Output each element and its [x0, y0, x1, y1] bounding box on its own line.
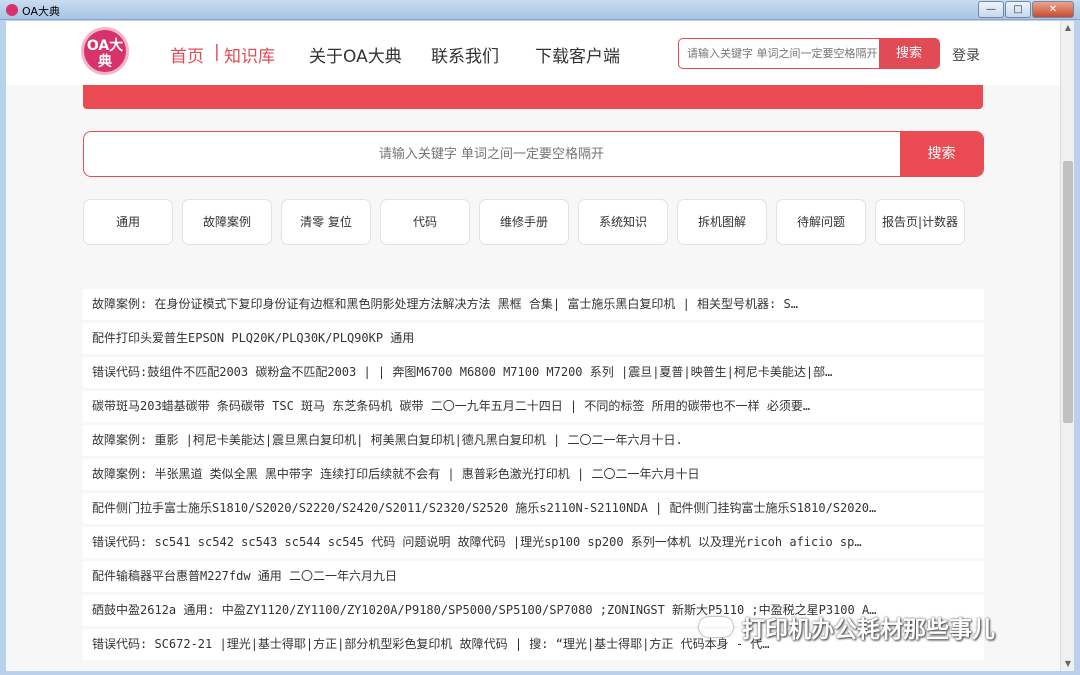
- category-system-knowledge[interactable]: 系统知识: [578, 199, 668, 245]
- scroll-down-icon[interactable]: ▼: [1061, 657, 1074, 671]
- window-titlebar: OA大典 — □ ✕: [0, 0, 1080, 20]
- category-disassembly[interactable]: 拆机图解: [677, 199, 767, 245]
- top-navigation: OA大典 首页 | 知识库 关于OA大典 联系我们 下载客户端 搜索 登录: [6, 21, 1060, 85]
- list-item[interactable]: 故障案例: 重影 |柯尼卡美能达|震旦黑白复印机| 柯美黑白复印机|德凡黑白复印…: [83, 425, 984, 456]
- main-search-button[interactable]: 搜索: [900, 132, 983, 176]
- category-repair-manual[interactable]: 维修手册: [479, 199, 569, 245]
- list-item[interactable]: 错误代码: sc541 sc542 sc543 sc544 sc545 代码 问…: [83, 527, 984, 558]
- logo[interactable]: OA大典: [81, 27, 129, 75]
- category-report-counter[interactable]: 报告页|计数器: [875, 199, 965, 245]
- list-item[interactable]: 碳带斑马203蜡基碳带 条码碳带 TSC 斑马 东芝条码机 碳带 二〇一九年五月…: [83, 391, 984, 422]
- category-reset[interactable]: 清零 复位: [281, 199, 371, 245]
- list-item[interactable]: 配件打印头爱普生EPSON PLQ20K/PLQ30K/PLQ90KP 通用: [83, 323, 984, 354]
- top-search-button[interactable]: 搜索: [879, 39, 939, 68]
- top-search-input[interactable]: [679, 39, 880, 68]
- nav-download[interactable]: 下载客户端: [535, 42, 620, 67]
- main-search-box: 搜索: [83, 131, 984, 177]
- maximize-button[interactable]: □: [1005, 1, 1031, 18]
- category-codes[interactable]: 代码: [380, 199, 470, 245]
- nav-separator: |: [214, 42, 220, 62]
- banner: [83, 85, 983, 109]
- category-general[interactable]: 通用: [83, 199, 173, 245]
- vertical-scrollbar[interactable]: ▲ ▼: [1060, 21, 1074, 671]
- results-list: 故障案例: 在身份证模式下复印身份证有边框和黑色阴影处理方法解决方法 黑框 合集…: [83, 289, 984, 663]
- list-item[interactable]: 配件侧门拉手富士施乐S1810/S2020/S2220/S2420/S2011/…: [83, 493, 984, 524]
- list-item[interactable]: 故障案例: 半张黑道 类似全黑 黑中带字 连续打印后续就不会有 | 惠普彩色激光…: [83, 459, 984, 490]
- list-item[interactable]: 错误代码:鼓组件不匹配2003 碳粉盒不匹配2003 | | 奔图M6700 M…: [83, 357, 984, 388]
- top-search-box: 搜索: [678, 38, 940, 69]
- nav-knowledge[interactable]: 知识库: [224, 42, 275, 67]
- wechat-icon: [699, 617, 733, 637]
- login-link[interactable]: 登录: [952, 45, 980, 65]
- window-controls: — □ ✕: [977, 1, 1074, 18]
- main-search-input[interactable]: [84, 132, 899, 176]
- app-icon: [6, 4, 18, 16]
- category-pending-issues[interactable]: 待解问题: [776, 199, 866, 245]
- list-item[interactable]: 故障案例: 在身份证模式下复印身份证有边框和黑色阴影处理方法解决方法 黑框 合集…: [83, 289, 984, 320]
- category-fault-cases[interactable]: 故障案例: [182, 199, 272, 245]
- client-area: OA大典 首页 | 知识库 关于OA大典 联系我们 下载客户端 搜索 登录 搜索…: [6, 21, 1074, 671]
- list-item[interactable]: 配件输稿器平台惠普M227fdw 通用 二〇二一年六月九日: [83, 561, 984, 592]
- close-button[interactable]: ✕: [1032, 1, 1074, 18]
- minimize-button[interactable]: —: [978, 1, 1004, 18]
- scroll-thumb[interactable]: [1063, 161, 1073, 423]
- category-bar: 通用 故障案例 清零 复位 代码 维修手册 系统知识 拆机图解 待解问题 报告页…: [83, 199, 988, 245]
- window-title: OA大典: [22, 5, 60, 18]
- nav-contact[interactable]: 联系我们: [431, 42, 499, 67]
- scroll-up-icon[interactable]: ▲: [1061, 21, 1074, 35]
- nav-home[interactable]: 首页: [170, 42, 204, 67]
- watermark: 打印机办公耗材那些事儿: [742, 617, 995, 643]
- nav-about[interactable]: 关于OA大典: [309, 42, 402, 67]
